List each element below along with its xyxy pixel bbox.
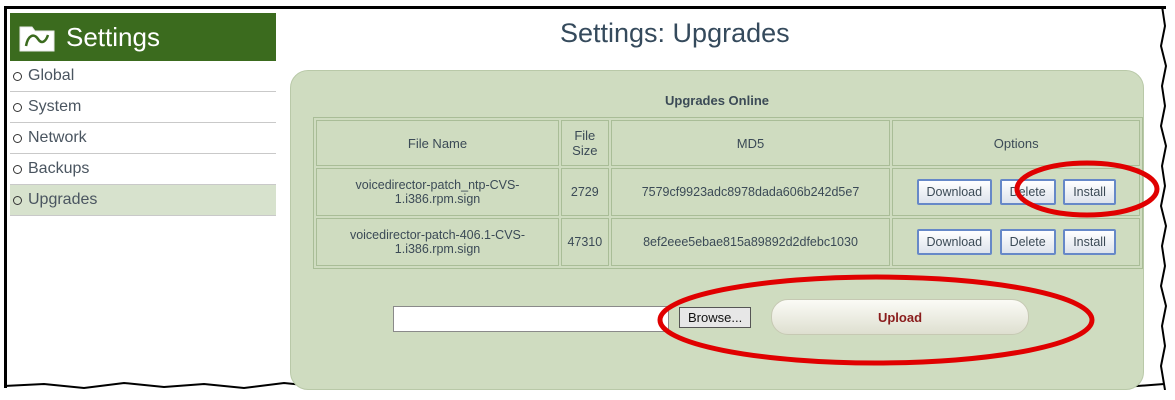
table-row: voicedirector-patch-406.1-CVS-1.i386.rpm… <box>316 218 1140 266</box>
upload-file-field[interactable] <box>393 306 669 332</box>
sidebar-title: Settings <box>66 21 160 52</box>
options-cell: Download Delete Install <box>892 218 1140 266</box>
file-name-cell: voicedirector-patch-406.1-CVS-1.i386.rpm… <box>316 218 559 266</box>
sidebar-item-global[interactable]: Global <box>10 61 276 92</box>
settings-folder-icon <box>19 26 55 52</box>
file-size-cell: 47310 <box>561 218 609 266</box>
circle-bullet-icon <box>13 133 22 143</box>
delete-button[interactable]: Delete <box>999 229 1056 255</box>
column-header-md5: MD5 <box>610 120 891 166</box>
file-size-cell: 2729 <box>561 168 609 216</box>
sidebar-item-backups[interactable]: Backups <box>10 154 276 185</box>
settings-sidebar: Settings Global System Network Backups U… <box>10 13 276 216</box>
sidebar-item-upgrades[interactable]: Upgrades <box>10 185 276 216</box>
column-header-file-size: File Size <box>561 120 609 166</box>
sidebar-item-label: Backups <box>28 160 90 177</box>
column-header-file-name: File Name <box>316 120 559 166</box>
md5-cell: 8ef2eee5ebae815a89892d2dfebc1030 <box>610 218 891 266</box>
sidebar-item-label: System <box>28 98 82 115</box>
sidebar-item-system[interactable]: System <box>10 92 276 123</box>
upgrades-table-caption: Upgrades Online <box>664 93 770 108</box>
upload-highlight-ellipse <box>657 274 1095 366</box>
sidebar-item-label: Network <box>28 129 87 146</box>
md5-cell: 7579cf9923adc8978dada606b242d5e7 <box>610 168 891 216</box>
page-title: Settings: Upgrades <box>560 18 790 48</box>
sidebar-item-label: Upgrades <box>28 191 98 208</box>
download-button[interactable]: Download <box>916 179 993 205</box>
circle-bullet-icon <box>13 195 22 205</box>
file-name-cell: voicedirector-patch_ntp-CVS-1.i386.rpm.s… <box>316 168 559 216</box>
install-highlight-ellipse <box>1014 160 1160 218</box>
circle-bullet-icon <box>13 71 22 81</box>
circle-bullet-icon <box>13 102 22 112</box>
download-button[interactable]: Download <box>916 229 993 255</box>
circle-bullet-icon <box>13 164 22 174</box>
install-button[interactable]: Install <box>1063 229 1116 255</box>
sidebar-item-label: Global <box>28 67 75 84</box>
sidebar-header: Settings <box>10 13 276 61</box>
sidebar-item-network[interactable]: Network <box>10 123 276 154</box>
